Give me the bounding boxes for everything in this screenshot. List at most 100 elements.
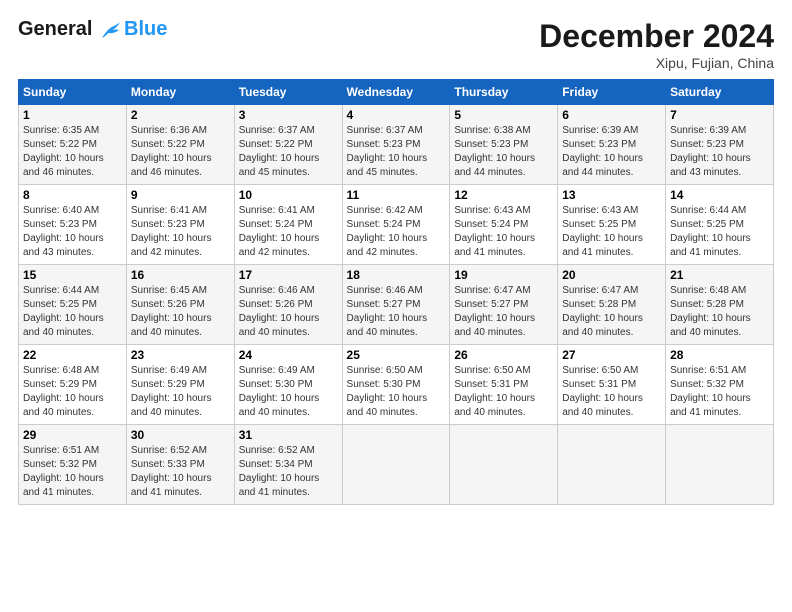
calendar-cell: 11Sunrise: 6:42 AM Sunset: 5:24 PM Dayli… [342,185,450,265]
day-number: 15 [23,268,122,282]
day-info: Sunrise: 6:48 AM Sunset: 5:29 PM Dayligh… [23,364,122,420]
day-number: 20 [562,268,661,282]
day-number: 23 [131,348,230,362]
day-info: Sunrise: 6:41 AM Sunset: 5:24 PM Dayligh… [239,204,338,260]
calendar-cell: 31 Sunrise: 6:52 AM Sunset: 5:34 PM Dayli… [234,425,342,505]
calendar-cell: 14 Sunrise: 6:44 AM Sunset: 5:25 PM Dayli… [666,185,774,265]
calendar-cell: 2 Sunrise: 6:36 AM Sunset: 5:22 PM Daylig… [126,105,234,185]
day-number: 17 [239,268,338,282]
day-number: 6 [562,108,661,122]
day-number: 21 [670,268,769,282]
calendar-header-row: Sunday Monday Tuesday Wednesday Thursday… [19,80,774,105]
day-info: Sunrise: 6:44 AM Sunset: 5:25 PM Dayligh… [23,284,122,340]
calendar-cell: 28 Sunrise: 6:51 AM Sunset: 5:32 PM Dayli… [666,345,774,425]
calendar-cell: 16 Sunrise: 6:45 AM Sunset: 5:26 PM Dayli… [126,265,234,345]
calendar-cell: 15 Sunrise: 6:44 AM Sunset: 5:25 PM Dayli… [19,265,127,345]
day-number: 3 [239,108,338,122]
day-number: 30 [131,428,230,442]
day-info: Sunrise: 6:39 AM Sunset: 5:23 PM Dayligh… [562,124,661,180]
day-info: Sunrise: 6:51 AM Sunset: 5:32 PM Dayligh… [670,364,769,420]
col-thursday: Thursday [450,80,558,105]
calendar-cell: 30Sunrise: 6:52 AM Sunset: 5:33 PM Dayli… [126,425,234,505]
calendar-cell [666,425,774,505]
day-info: Sunrise: 6:40 AM Sunset: 5:23 PM Dayligh… [23,204,122,260]
calendar-cell: 29Sunrise: 6:51 AM Sunset: 5:32 PM Dayli… [19,425,127,505]
col-saturday: Saturday [666,80,774,105]
calendar-cell: 10 Sunrise: 6:41 AM Sunset: 5:24 PM Dayli… [234,185,342,265]
day-number: 4 [347,108,446,122]
day-number: 16 [131,268,230,282]
day-info: Sunrise: 6:43 AM Sunset: 5:24 PM Dayligh… [454,204,553,260]
day-info: Sunrise: 6:38 AM Sunset: 5:23 PM Dayligh… [454,124,553,180]
calendar-cell: 9Sunrise: 6:41 AM Sunset: 5:23 PM Daylig… [126,185,234,265]
day-number: 28 [670,348,769,362]
calendar-cell: 25 Sunrise: 6:50 AM Sunset: 5:30 PM Dayli… [342,345,450,425]
day-info: Sunrise: 6:49 AM Sunset: 5:29 PM Dayligh… [131,364,230,420]
day-number: 25 [347,348,446,362]
calendar-week-row-5: 29Sunrise: 6:51 AM Sunset: 5:32 PM Dayli… [19,425,774,505]
calendar-cell: 13 Sunrise: 6:43 AM Sunset: 5:25 PM Dayli… [558,185,666,265]
calendar-week-row-3: 15 Sunrise: 6:44 AM Sunset: 5:25 PM Dayli… [19,265,774,345]
title-block: December 2024 Xipu, Fujian, China [539,18,774,71]
calendar-cell: 26Sunrise: 6:50 AM Sunset: 5:31 PM Dayli… [450,345,558,425]
day-info: Sunrise: 6:46 AM Sunset: 5:27 PM Dayligh… [347,284,446,340]
calendar-cell: 19 Sunrise: 6:47 AM Sunset: 5:27 PM Dayli… [450,265,558,345]
day-number: 5 [454,108,553,122]
calendar-cell [342,425,450,505]
day-info: Sunrise: 6:48 AM Sunset: 5:28 PM Dayligh… [670,284,769,340]
calendar-cell: 17Sunrise: 6:46 AM Sunset: 5:26 PM Dayli… [234,265,342,345]
day-number: 8 [23,188,122,202]
calendar-cell: 21 Sunrise: 6:48 AM Sunset: 5:28 PM Dayli… [666,265,774,345]
day-number: 11 [347,188,446,202]
logo-bird-icon [100,20,122,40]
day-info: Sunrise: 6:47 AM Sunset: 5:27 PM Dayligh… [454,284,553,340]
day-number: 14 [670,188,769,202]
col-tuesday: Tuesday [234,80,342,105]
location: Xipu, Fujian, China [539,55,774,71]
day-info: Sunrise: 6:49 AM Sunset: 5:30 PM Dayligh… [239,364,338,420]
page-container: General Blue December 2024 Xipu, Fujian,… [0,0,792,515]
calendar-cell: 23 Sunrise: 6:49 AM Sunset: 5:29 PM Dayli… [126,345,234,425]
header: General Blue December 2024 Xipu, Fujian,… [18,18,774,71]
logo: General Blue [18,18,167,41]
day-number: 13 [562,188,661,202]
day-number: 26 [454,348,553,362]
calendar-cell: 4 Sunrise: 6:37 AM Sunset: 5:23 PM Daylig… [342,105,450,185]
day-info: Sunrise: 6:45 AM Sunset: 5:26 PM Dayligh… [131,284,230,340]
col-sunday: Sunday [19,80,127,105]
month-title: December 2024 [539,18,774,55]
day-info: Sunrise: 6:43 AM Sunset: 5:25 PM Dayligh… [562,204,661,260]
day-number: 7 [670,108,769,122]
day-number: 27 [562,348,661,362]
day-info: Sunrise: 6:37 AM Sunset: 5:23 PM Dayligh… [347,124,446,180]
day-info: Sunrise: 6:50 AM Sunset: 5:30 PM Dayligh… [347,364,446,420]
calendar-cell: 22Sunrise: 6:48 AM Sunset: 5:29 PM Dayli… [19,345,127,425]
col-wednesday: Wednesday [342,80,450,105]
calendar-cell: 8 Sunrise: 6:40 AM Sunset: 5:23 PM Daylig… [19,185,127,265]
day-info: Sunrise: 6:50 AM Sunset: 5:31 PM Dayligh… [562,364,661,420]
day-number: 10 [239,188,338,202]
day-info: Sunrise: 6:44 AM Sunset: 5:25 PM Dayligh… [670,204,769,260]
calendar-cell: 6 Sunrise: 6:39 AM Sunset: 5:23 PM Daylig… [558,105,666,185]
day-info: Sunrise: 6:39 AM Sunset: 5:23 PM Dayligh… [670,124,769,180]
day-info: Sunrise: 6:52 AM Sunset: 5:34 PM Dayligh… [239,444,338,500]
calendar-cell [558,425,666,505]
calendar-cell [450,425,558,505]
calendar-cell: 24 Sunrise: 6:49 AM Sunset: 5:30 PM Dayli… [234,345,342,425]
calendar-cell: 3 Sunrise: 6:37 AM Sunset: 5:22 PM Daylig… [234,105,342,185]
day-info: Sunrise: 6:37 AM Sunset: 5:22 PM Dayligh… [239,124,338,180]
day-info: Sunrise: 6:41 AM Sunset: 5:23 PM Dayligh… [131,204,230,260]
calendar-cell: 27 Sunrise: 6:50 AM Sunset: 5:31 PM Dayli… [558,345,666,425]
calendar-cell: 1Sunrise: 6:35 AM Sunset: 5:22 PM Daylig… [19,105,127,185]
day-info: Sunrise: 6:47 AM Sunset: 5:28 PM Dayligh… [562,284,661,340]
calendar-cell: 7 Sunrise: 6:39 AM Sunset: 5:23 PM Daylig… [666,105,774,185]
day-number: 19 [454,268,553,282]
day-number: 1 [23,108,122,122]
col-monday: Monday [126,80,234,105]
day-number: 24 [239,348,338,362]
calendar-week-row-1: 1Sunrise: 6:35 AM Sunset: 5:22 PM Daylig… [19,105,774,185]
day-info: Sunrise: 6:36 AM Sunset: 5:22 PM Dayligh… [131,124,230,180]
day-number: 2 [131,108,230,122]
day-number: 31 [239,428,338,442]
calendar-cell: 18Sunrise: 6:46 AM Sunset: 5:27 PM Dayli… [342,265,450,345]
